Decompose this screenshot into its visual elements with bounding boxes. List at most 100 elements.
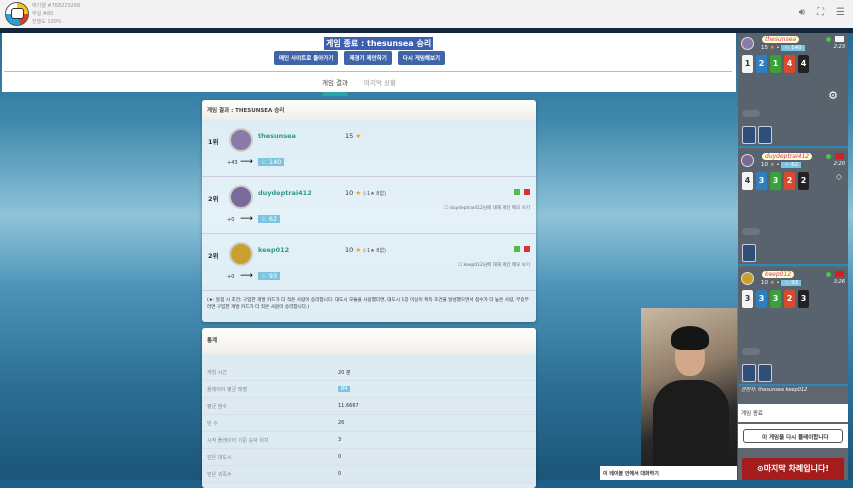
player-clock: 2:20 [833, 161, 845, 167]
back-to-main-button[interactable]: 메인 사이트로 돌아가기 [274, 51, 339, 65]
stat-row: 평균 점수 11.6667 [202, 398, 536, 415]
rank: 2위 [208, 195, 219, 203]
stats-card: 통계 게임 시간 20 분 플레이어 평균 레벨 84 평균 점수 11.6667 턴 수2… [202, 328, 536, 488]
noble-tiles [742, 364, 772, 382]
game-end-label: 게임 종료 [738, 404, 848, 422]
online-status-icon [826, 272, 831, 277]
flag-icon [835, 153, 844, 159]
tab-last-state[interactable]: 마지막 상황 [364, 77, 396, 93]
player-name[interactable]: duydeptrai412 [258, 189, 312, 197]
stat-row: 얻은 대도시 0 [202, 449, 536, 466]
online-status-icon [826, 37, 831, 42]
top-bar: 애기엘 #768229268 무실 #80 진행도 100% 🔊︎ ⛶ ☰ [0, 0, 853, 28]
sound-icon[interactable]: 🔊︎ [799, 7, 805, 18]
rating-delta: +0 [227, 274, 235, 280]
gem-card-count: 3 [770, 172, 781, 190]
result-card: 게임 결과 : THESUNSEA 승리 1위 thesunsea 15 ★ +… [202, 100, 536, 322]
player-name[interactable]: duydeptrai412 [762, 153, 813, 160]
player-name[interactable]: thesunsea [258, 132, 296, 140]
rating-badge: ♘ 140 [781, 45, 805, 51]
avatar[interactable] [741, 154, 754, 167]
player-clock: 2:23 [833, 44, 845, 50]
last-turn-banner: ⊙마지막 차례입니다! [742, 458, 844, 480]
player-name[interactable]: keep012 [258, 246, 289, 254]
avatar[interactable] [741, 37, 754, 50]
players-sidebar: thesunsea 15 ★ • ♘ 140 2:23 12144 ⚙ duyd… [738, 33, 848, 480]
score: 10 ★ (-1★ 8없) [345, 189, 387, 197]
page-title: 게임 종료 : thesunsea 승리 [324, 37, 434, 50]
gem-card-count: 3 [756, 172, 767, 190]
thumbs-up-icon[interactable] [514, 189, 520, 195]
memo-link[interactable]: ☐ keep012님에 대해 개인 메모 보기 [430, 262, 530, 268]
avatar[interactable] [5, 2, 29, 26]
reserved-slot [742, 348, 760, 355]
online-status-icon [826, 154, 831, 159]
thumbs-up-icon[interactable] [514, 246, 520, 252]
gem-card-count: 4 [784, 55, 795, 73]
gem-card-count: 2 [756, 55, 767, 73]
thumbs-down-icon[interactable] [524, 189, 530, 195]
score: 10 ★ (-1★ 8없) [345, 246, 387, 254]
gem-card-count: 2 [798, 172, 809, 190]
thumbs-down-icon[interactable] [524, 246, 530, 252]
propose-rematch-button[interactable]: 재경기 제안하기 [344, 51, 392, 65]
table-chat-button[interactable]: 이 테이블 안에서 대화하기 [600, 466, 737, 480]
stat-row: 얻은 귀족수 0 [202, 466, 536, 483]
reserved-slot [742, 110, 760, 117]
webcam-video [641, 308, 737, 466]
avatar[interactable] [229, 128, 253, 152]
rank: 2위 [208, 252, 219, 260]
star-icon: ★ [769, 45, 775, 51]
avatar[interactable] [229, 242, 253, 266]
star-icon: ★ [769, 162, 775, 168]
replay-button[interactable]: 이 게임을 다시 플레이합니다 [743, 429, 843, 443]
gem-card-count: 1 [742, 55, 753, 73]
star-icon: ★ [769, 280, 775, 286]
game-end-header: 게임 종료 : thesunsea 승리 메인 사이트로 돌아가기 재경기 제안… [2, 33, 736, 96]
noble-tiles [742, 244, 756, 262]
rating-badge: ♘ 93 [781, 280, 802, 286]
tab-game-result[interactable]: 게임 결과 [322, 77, 348, 96]
arrow-icon: ⟶ [240, 214, 253, 224]
result-title: 게임 결과 : THESUNSEA 승리 [202, 100, 536, 120]
memo-link[interactable]: ☐ duydeptrai412님에 대해 개인 메모 쓰기 [430, 205, 530, 211]
star-icon: ★ [355, 189, 362, 197]
flag-icon [835, 271, 844, 277]
star-icon: ★ [355, 246, 362, 254]
arrow-icon: ⟶ [240, 157, 253, 167]
gem-card-count: 2 [784, 290, 795, 308]
diamond-icon: ◇ [835, 172, 842, 181]
score: 15 ★ [345, 132, 362, 140]
player-panel: thesunsea 15 ★ • ♘ 140 2:23 12144 ⚙ [738, 33, 848, 148]
gem-card-count: 4 [742, 172, 753, 190]
menu-icon[interactable]: ☰ [836, 7, 845, 18]
play-again-button[interactable]: 다시 게임해보기 [397, 51, 446, 65]
rating-badge: ♘ 93 [258, 272, 281, 280]
rating-delta: +43 [227, 160, 238, 166]
player-name[interactable]: keep012 [762, 271, 795, 278]
avatar[interactable] [229, 185, 253, 209]
stat-row: 플레이어 평균 레벨 84 [202, 381, 536, 398]
stat-row: 시작 플레이어 기준 승자 위치 3 [202, 432, 536, 449]
player-panel: duydeptrai412 10 ★ • ♘ 62 2:20 43322 ◇ [738, 150, 848, 266]
rating-badge: ♘ 62 [258, 215, 281, 223]
rank: 1위 [208, 138, 219, 146]
rating-badge: ♘ 140 [258, 158, 285, 166]
rating-badge: ♘ 62 [781, 162, 802, 168]
stats-title: 통계 [202, 328, 536, 354]
spectators: 관전자: thesunsea keep012 [741, 387, 808, 393]
tiebreak-note: (★: 동점 시 조건: 구입한 개발 카드가 더 적은 사람이 승리합니다. … [207, 298, 529, 310]
arrow-icon: ⟶ [240, 271, 253, 281]
star-icon: ★ [355, 132, 362, 140]
gem-card-count: 3 [742, 290, 753, 308]
avatar[interactable] [741, 272, 754, 285]
flag-icon [835, 36, 844, 42]
gem-card-count: 2 [784, 172, 795, 190]
gem-card-count: 4 [798, 55, 809, 73]
gem-card-count: 3 [756, 290, 767, 308]
noble-tiles [742, 126, 772, 144]
player-name[interactable]: thesunsea [762, 36, 800, 43]
gear-icon[interactable]: ⚙ [828, 89, 838, 102]
table-row: 1위 thesunsea 15 ★ +43 ⟶ ♘ 140 [202, 120, 536, 177]
fullscreen-icon[interactable]: ⛶ [817, 7, 824, 18]
